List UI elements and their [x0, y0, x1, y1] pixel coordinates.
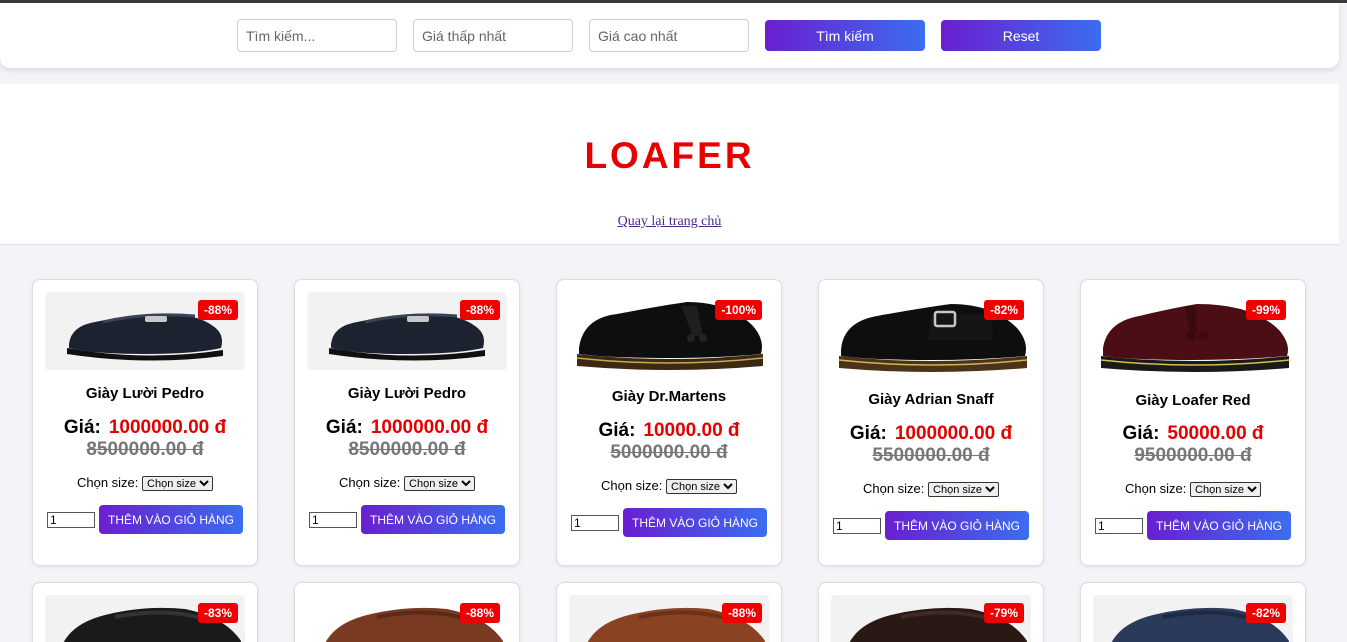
price-line: Giá: 50000.00 đ: [1081, 423, 1305, 445]
product-image[interactable]: -99%: [1093, 292, 1293, 377]
current-price: 1000000.00 đ: [894, 423, 1013, 444]
discount-badge: -99%: [1245, 300, 1286, 320]
add-to-cart-button[interactable]: THÊM VÀO GIỎ HÀNG: [361, 505, 505, 534]
product-name: Giày Lười Pedro: [85, 385, 205, 402]
reset-button[interactable]: Reset: [941, 20, 1101, 51]
quantity-input[interactable]: [47, 512, 95, 528]
page-title: LOAFER: [584, 135, 755, 176]
size-select[interactable]: Chọn size: [666, 479, 738, 495]
size-row: Chọn size: Chọn size: [557, 478, 781, 495]
original-price: 5000000.00 đ: [610, 442, 728, 463]
size-select[interactable]: Chọn size: [142, 476, 214, 492]
product-image[interactable]: -88%: [307, 595, 507, 642]
product-card: -82%: [1080, 582, 1306, 642]
product-image[interactable]: -88%: [569, 595, 769, 642]
price-label: Giá:: [598, 420, 636, 441]
size-label: Chọn size:: [1124, 481, 1187, 496]
product-image[interactable]: -83%: [45, 595, 245, 642]
discount-badge: -88%: [459, 300, 500, 320]
product-name: Giày Loafer Red: [1135, 392, 1251, 409]
discount-badge: -88%: [459, 603, 500, 623]
product-card: -79%: [818, 582, 1044, 642]
discount-badge: -88%: [721, 603, 762, 623]
price-label: Giá:: [63, 417, 101, 438]
product-image[interactable]: -79%: [831, 595, 1031, 642]
quantity-input[interactable]: [309, 512, 357, 528]
original-price: 5500000.00 đ: [872, 445, 990, 466]
product-card: -88%: [556, 582, 782, 642]
product-card: -83%: [32, 582, 258, 642]
add-to-cart-button[interactable]: THÊM VÀO GIỎ HÀNG: [99, 505, 243, 534]
size-row: Chọn size: Chọn size: [819, 481, 1043, 498]
price-line: Giá: 1000000.00 đ: [295, 417, 519, 439]
product-image[interactable]: -88%: [45, 292, 245, 370]
discount-badge: -82%: [1245, 603, 1286, 623]
discount-badge: -83%: [197, 603, 238, 623]
discount-badge: -79%: [983, 603, 1024, 623]
price-line: Giá: 1000000.00 đ: [819, 423, 1043, 445]
size-label: Chọn size:: [338, 475, 401, 490]
size-label: Chọn size:: [862, 481, 925, 496]
original-price: 9500000.00 đ: [1134, 445, 1252, 466]
product-name: Giày Adrian Snaff: [868, 391, 994, 408]
search-input[interactable]: [237, 19, 397, 52]
product-image[interactable]: -88%: [307, 292, 507, 370]
search-button[interactable]: Tìm kiếm: [765, 20, 925, 51]
price-label: Giá:: [325, 417, 363, 438]
category-header: LOAFER Quay lại trang chủ: [0, 84, 1339, 245]
product-card: -88% Giày Lười Pedro Giá: 1000000.00 đ 85…: [294, 279, 520, 566]
size-label: Chọn size:: [76, 475, 139, 490]
product-card: -99% Giày Loafer Red Giá: 50000.00 đ 9500…: [1080, 279, 1306, 566]
product-card: -100% Giày Dr.Martens Giá: 10000.00 đ 500…: [556, 279, 782, 566]
current-price: 1000000.00 đ: [370, 417, 489, 438]
discount-badge: -100%: [715, 300, 762, 320]
size-select[interactable]: Chọn size: [928, 482, 1000, 498]
back-home-link[interactable]: Quay lại trang chủ: [0, 214, 1339, 230]
product-image[interactable]: -82%: [831, 292, 1031, 377]
size-row: Chọn size: Chọn size: [33, 475, 257, 492]
quantity-input[interactable]: [833, 518, 881, 534]
product-name: Giày Dr.Martens: [611, 388, 727, 405]
current-price: 10000.00 đ: [643, 420, 740, 441]
quantity-input[interactable]: [1095, 518, 1143, 534]
current-price: 50000.00 đ: [1167, 423, 1264, 444]
original-price: 8500000.00 đ: [86, 439, 204, 460]
add-to-cart-button[interactable]: THÊM VÀO GIỎ HÀNG: [1147, 511, 1291, 540]
add-to-cart-button[interactable]: THÊM VÀO GIỎ HÀNG: [623, 508, 767, 537]
original-price: 8500000.00 đ: [348, 439, 466, 460]
min-price-input[interactable]: [413, 19, 573, 52]
product-name: Giày Lười Pedro: [347, 385, 467, 402]
price-label: Giá:: [1122, 423, 1160, 444]
price-line: Giá: 1000000.00 đ: [33, 417, 257, 439]
product-card: -88%: [294, 582, 520, 642]
price-line: Giá: 10000.00 đ: [557, 420, 781, 442]
size-label: Chọn size:: [600, 478, 663, 493]
max-price-input[interactable]: [589, 19, 749, 52]
discount-badge: -88%: [197, 300, 238, 320]
product-image[interactable]: -100%: [569, 292, 769, 374]
product-card: -88% Giày Lười Pedro Giá: 1000000.00 đ 85…: [32, 279, 258, 566]
price-label: Giá:: [849, 423, 887, 444]
search-bar: Tìm kiếm Reset: [0, 3, 1339, 68]
add-to-cart-button[interactable]: THÊM VÀO GIỎ HÀNG: [885, 511, 1029, 540]
discount-badge: -82%: [983, 300, 1024, 320]
product-image[interactable]: -82%: [1093, 595, 1293, 642]
product-card: -82% Giày Adrian Snaff Giá: 1000000.00 đ …: [818, 279, 1044, 566]
current-price: 1000000.00 đ: [108, 417, 227, 438]
size-select[interactable]: Chọn size: [1190, 482, 1262, 498]
quantity-input[interactable]: [571, 515, 619, 531]
size-select[interactable]: Chọn size: [404, 476, 476, 492]
size-row: Chọn size: Chọn size: [1081, 481, 1305, 498]
size-row: Chọn size: Chọn size: [295, 475, 519, 492]
